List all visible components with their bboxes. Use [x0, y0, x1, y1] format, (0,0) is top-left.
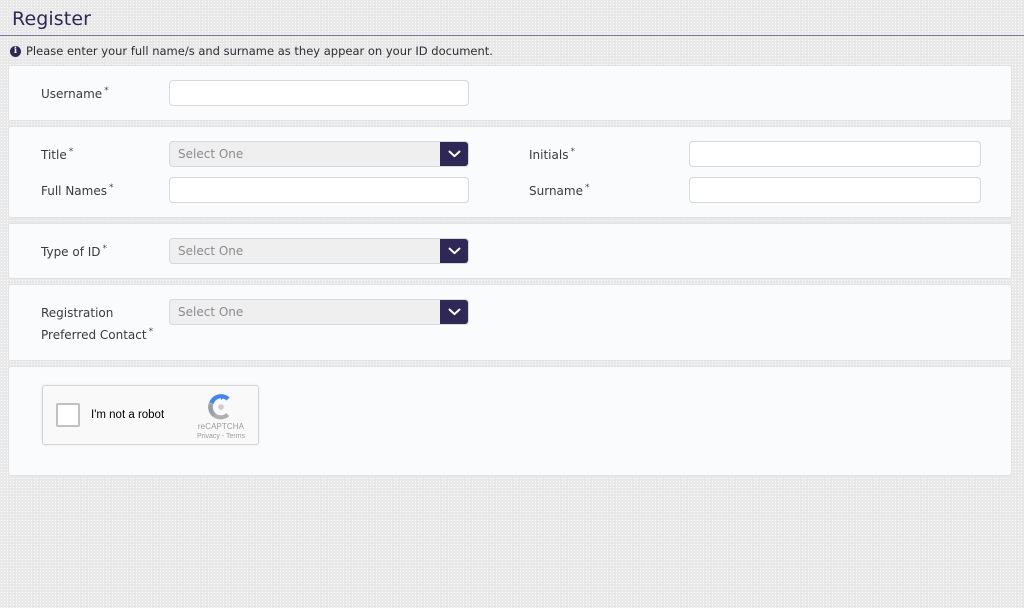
field-label: Type of ID *	[9, 238, 169, 263]
form-field-surname: Surname *	[519, 177, 1011, 203]
page-title: Register	[12, 8, 92, 30]
recaptcha-privacy-terms[interactable]: Privacy - Terms	[193, 432, 249, 441]
form-field-username: Username *	[9, 80, 519, 106]
form-field-type-of-id: Type of ID * Select One	[9, 238, 519, 264]
form-row: Username *	[9, 80, 1011, 106]
form-field-title: Title * Select One	[9, 141, 519, 167]
select-value: Select One	[178, 147, 244, 161]
select-value: Select One	[178, 244, 244, 258]
required-marker: *	[68, 147, 74, 157]
info-note-text: Please enter your full name/s and surnam…	[26, 44, 493, 58]
title-select[interactable]: Select One	[169, 141, 469, 167]
page-header: Register	[0, 0, 1024, 35]
form-row: Full Names * Surname *	[9, 177, 1011, 203]
recaptcha-logo-icon	[206, 392, 236, 422]
recaptcha-branding: reCAPTCHA Privacy - Terms	[193, 392, 249, 441]
captcha-section: I'm not a robot reCAPTCHA Privacy - Term…	[8, 366, 1012, 476]
form-panel-stack: Username * Title * Select One Initials *…	[0, 65, 1024, 476]
full-names-input[interactable]	[169, 177, 469, 203]
id-section: Type of ID * Select One	[8, 223, 1012, 279]
form-row: Registration Preferred Contact * Select O…	[9, 299, 1011, 346]
form-row: Type of ID * Select One	[9, 238, 1011, 264]
field-label: Initials *	[519, 141, 689, 166]
chevron-down-icon[interactable]	[440, 300, 468, 324]
field-label: Surname *	[519, 177, 689, 202]
recaptcha-label: I'm not a robot	[91, 409, 165, 421]
info-circle-icon: i	[10, 45, 21, 57]
info-note: i Please enter your full name/s and surn…	[0, 36, 1024, 65]
username-section: Username *	[8, 65, 1012, 121]
form-row: Title * Select One Initials *	[9, 141, 1011, 167]
chevron-down-icon[interactable]	[440, 239, 468, 263]
registration-preferred-contact-select[interactable]: Select One	[169, 299, 469, 325]
name-section: Title * Select One Initials * Full Names…	[8, 126, 1012, 218]
initials-input[interactable]	[689, 141, 981, 167]
field-label: Username *	[9, 80, 169, 105]
recaptcha-widget[interactable]: I'm not a robot reCAPTCHA Privacy - Term…	[42, 385, 259, 445]
required-marker: *	[148, 327, 154, 337]
field-label: Registration Preferred Contact *	[9, 299, 159, 346]
field-label-text: Title	[41, 148, 67, 162]
field-label: Title *	[9, 141, 169, 166]
field-label-text: Type of ID	[41, 245, 101, 259]
chevron-down-icon[interactable]	[440, 142, 468, 166]
contact-section: Registration Preferred Contact * Select O…	[8, 284, 1012, 361]
form-field-registration-preferred-contact: Registration Preferred Contact * Select O…	[9, 299, 519, 346]
field-label-text: Username	[41, 87, 103, 101]
form-field-initials: Initials *	[519, 141, 1011, 167]
field-label: Full Names *	[9, 177, 169, 202]
type-of-id-select[interactable]: Select One	[169, 238, 469, 264]
field-label-text: Initials	[529, 148, 569, 162]
required-marker: *	[102, 244, 108, 254]
form-field-full-names: Full Names *	[9, 177, 519, 203]
recaptcha-checkbox[interactable]	[56, 403, 80, 427]
required-marker: *	[570, 147, 575, 157]
field-label-text: Surname	[529, 184, 583, 198]
username-input[interactable]	[169, 80, 469, 106]
field-label-text: Full Names	[41, 184, 107, 198]
recaptcha-brand-name: reCAPTCHA	[197, 422, 245, 431]
required-marker: *	[104, 86, 109, 96]
field-label-text: Registration Preferred Contact	[41, 306, 147, 342]
select-value: Select One	[178, 305, 244, 319]
required-marker: *	[584, 183, 590, 193]
required-marker: *	[109, 183, 114, 193]
surname-input[interactable]	[689, 177, 981, 203]
